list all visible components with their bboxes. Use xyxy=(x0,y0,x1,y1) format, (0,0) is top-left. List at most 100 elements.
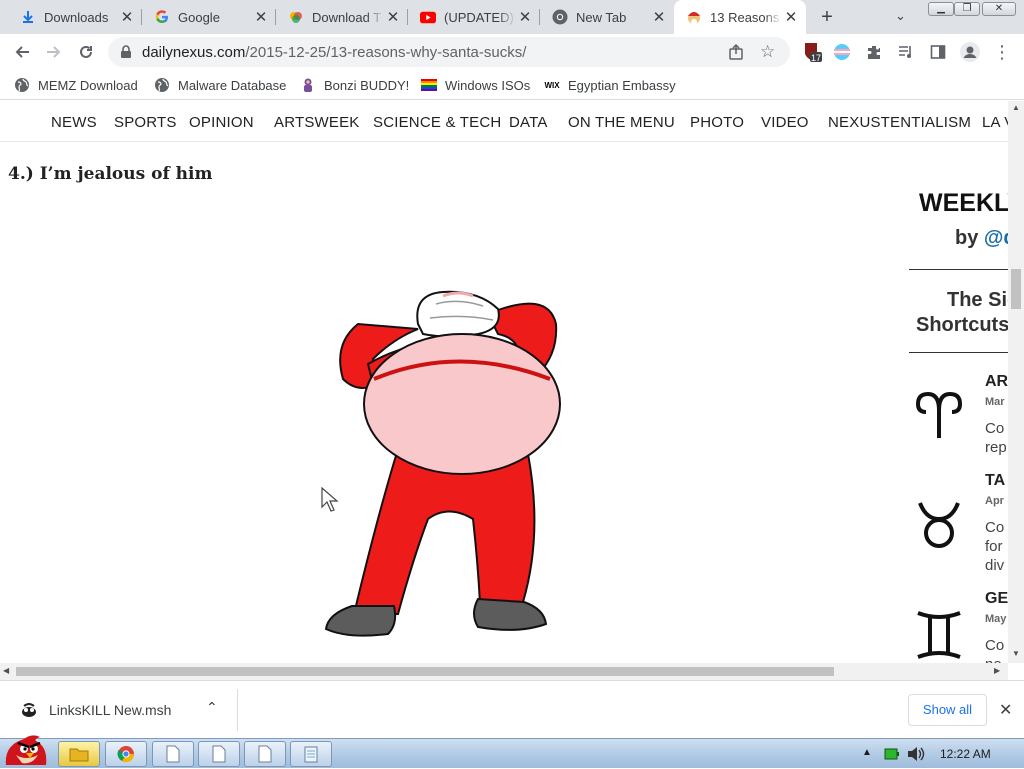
taskbar-folder-button[interactable] xyxy=(58,741,100,767)
start-button-angry-bird-icon[interactable] xyxy=(2,731,50,769)
nav-link-nexustentialism[interactable]: NEXUSTENTIALISM xyxy=(828,114,971,131)
globe-icon xyxy=(154,77,170,93)
share-icon[interactable] xyxy=(728,43,744,65)
back-arrow-icon[interactable] xyxy=(10,40,34,64)
reload-icon[interactable] xyxy=(74,40,98,64)
file-icon xyxy=(22,703,36,717)
bookmark-bonzi-buddy[interactable]: Bonzi BUDDY! xyxy=(300,76,409,94)
sign-text-line: Co xyxy=(985,420,1005,437)
tab-title: Google xyxy=(178,9,220,25)
extension-shield-icon[interactable]: 17 xyxy=(802,42,822,63)
close-tab-icon[interactable]: ✕ xyxy=(516,8,534,26)
tab-google[interactable]: Google ✕ xyxy=(142,0,276,34)
profile-avatar-icon[interactable] xyxy=(960,42,980,62)
tab-title: 13 Reasons xyxy=(710,9,780,25)
star-bookmark-icon[interactable]: ☆ xyxy=(760,42,775,62)
mouse-cursor-icon xyxy=(321,487,339,512)
nav-link-opinion[interactable]: OPINION xyxy=(189,114,254,131)
vertical-scroll-thumb[interactable] xyxy=(1011,269,1021,309)
bonzi-icon xyxy=(300,77,316,93)
nav-link-on-the-menu[interactable]: ON THE MENU xyxy=(568,114,675,131)
minimize-button[interactable]: ▁ xyxy=(928,2,954,16)
nav-link-sports[interactable]: SPORTS xyxy=(114,114,177,131)
scroll-left-arrow-icon[interactable]: ◀ xyxy=(3,666,9,675)
battery-icon[interactable] xyxy=(884,747,900,761)
sign-text-line: Co xyxy=(985,519,1005,536)
tray-expand-icon[interactable]: ▲ xyxy=(862,747,872,758)
tab-youtube[interactable]: (UPDATED) ✕ xyxy=(408,0,540,34)
new-tab-button[interactable]: + xyxy=(816,6,838,28)
site-navigation: NEWS SPORTS OPINION ARTSWEEK SCIENCE & T… xyxy=(0,101,1008,142)
puzzle-extensions-icon[interactable] xyxy=(864,42,884,62)
close-tab-icon[interactable]: ✕ xyxy=(782,8,800,26)
download-shelf: LinksKILL New.msh ⌃ Show all ✕ xyxy=(0,680,1024,738)
nav-link-science-tech[interactable]: SCIENCE & TECH xyxy=(373,114,501,131)
lock-icon[interactable] xyxy=(120,45,132,64)
bookmark-windows-isos[interactable]: Windows ISOs xyxy=(421,76,530,94)
nav-link-data[interactable]: DATA xyxy=(509,114,548,131)
close-tab-icon[interactable]: ✕ xyxy=(384,8,402,26)
horizontal-scrollbar[interactable]: ◀ ▶ xyxy=(0,663,1008,680)
media-queue-icon[interactable] xyxy=(896,42,916,62)
byline-handle[interactable]: @d xyxy=(984,227,1008,249)
volume-speaker-icon[interactable] xyxy=(906,745,926,763)
more-menu-icon[interactable]: ⋮ xyxy=(992,42,1012,62)
taskbar-chrome-button[interactable] xyxy=(105,741,147,767)
tab-downloads[interactable]: Downloads ✕ xyxy=(8,0,142,34)
pride-flag-extension-icon[interactable] xyxy=(832,42,852,62)
close-tab-icon[interactable]: ✕ xyxy=(252,8,270,26)
article-heading: 4.) I’m jealous of him xyxy=(8,164,213,184)
divider xyxy=(237,689,238,731)
taskbar-notepad-button[interactable] xyxy=(290,741,332,767)
sign-name[interactable]: TA xyxy=(985,472,1005,490)
document-icon xyxy=(258,745,272,763)
globe-icon xyxy=(14,77,30,93)
close-window-button[interactable]: ✕ xyxy=(982,2,1016,16)
tab-title: New Tab xyxy=(576,9,627,25)
scroll-right-arrow-icon[interactable]: ▶ xyxy=(994,666,1000,675)
tab-search-chevron-icon[interactable]: ⌄ xyxy=(895,8,906,24)
nav-link-photo[interactable]: PHOTO xyxy=(690,114,744,131)
sidebar-byline: by @d xyxy=(955,227,1008,250)
horizontal-scroll-thumb[interactable] xyxy=(16,667,834,676)
tab-download-t[interactable]: Download T ✕ xyxy=(276,0,408,34)
sign-date: May xyxy=(985,613,1007,625)
bookmark-memz-download[interactable]: MEMZ Download xyxy=(14,76,138,94)
nav-link-news[interactable]: NEWS xyxy=(51,114,97,131)
bookmark-label: Egyptian Embassy xyxy=(568,77,676,93)
forward-arrow-icon[interactable] xyxy=(42,40,66,64)
vertical-scrollbar[interactable]: ▲ ▼ xyxy=(1008,101,1024,663)
sign-name[interactable]: AR xyxy=(985,373,1008,391)
sign-text-line: for xyxy=(985,538,1003,555)
tab-title: Download T xyxy=(312,9,382,25)
nav-link-artsweek[interactable]: ARTSWEEK xyxy=(274,114,360,131)
chevron-up-icon[interactable]: ⌃ xyxy=(206,699,218,716)
browser-toolbar: dailynexus.com/2015-12-25/13-reasons-why… xyxy=(0,34,1024,70)
sidebar-subtitle-line2: Shortcuts xyxy=(916,314,1008,336)
address-bar[interactable]: dailynexus.com/2015-12-25/13-reasons-why… xyxy=(108,37,790,67)
chrome-icon xyxy=(552,9,568,25)
nav-link-la-vida[interactable]: LA V xyxy=(982,114,1008,131)
side-panel-icon[interactable] xyxy=(928,42,948,62)
taskbar-window-button[interactable] xyxy=(198,741,240,767)
close-shelf-icon[interactable]: ✕ xyxy=(999,700,1012,720)
show-all-button[interactable]: Show all xyxy=(908,694,987,726)
bookmark-malware-database[interactable]: Malware Database xyxy=(154,76,286,94)
close-tab-icon[interactable]: ✕ xyxy=(118,8,136,26)
santa-illustration xyxy=(324,290,561,637)
nav-link-video[interactable]: VIDEO xyxy=(761,114,809,131)
scroll-up-arrow-icon[interactable]: ▲ xyxy=(1012,103,1020,112)
folder-icon xyxy=(69,748,89,762)
taskbar-clock[interactable]: 12:22 AM xyxy=(940,747,991,761)
close-tab-icon[interactable]: ✕ xyxy=(650,8,668,26)
sign-text-line: Co xyxy=(985,637,1005,654)
sign-name[interactable]: GE xyxy=(985,590,1008,608)
taskbar-window-button[interactable] xyxy=(152,741,194,767)
scroll-down-arrow-icon[interactable]: ▼ xyxy=(1012,649,1020,658)
bookmark-egyptian-embassy[interactable]: WIX Egyptian Embassy xyxy=(544,76,676,94)
maximize-button[interactable]: ❐ xyxy=(954,2,980,16)
taskbar-window-button[interactable] xyxy=(244,741,286,767)
sign-date: Apr xyxy=(985,495,1004,507)
tab-new-tab[interactable]: New Tab ✕ xyxy=(540,0,674,34)
tab-13-reasons[interactable]: 13 Reasons ✕ xyxy=(674,0,806,34)
